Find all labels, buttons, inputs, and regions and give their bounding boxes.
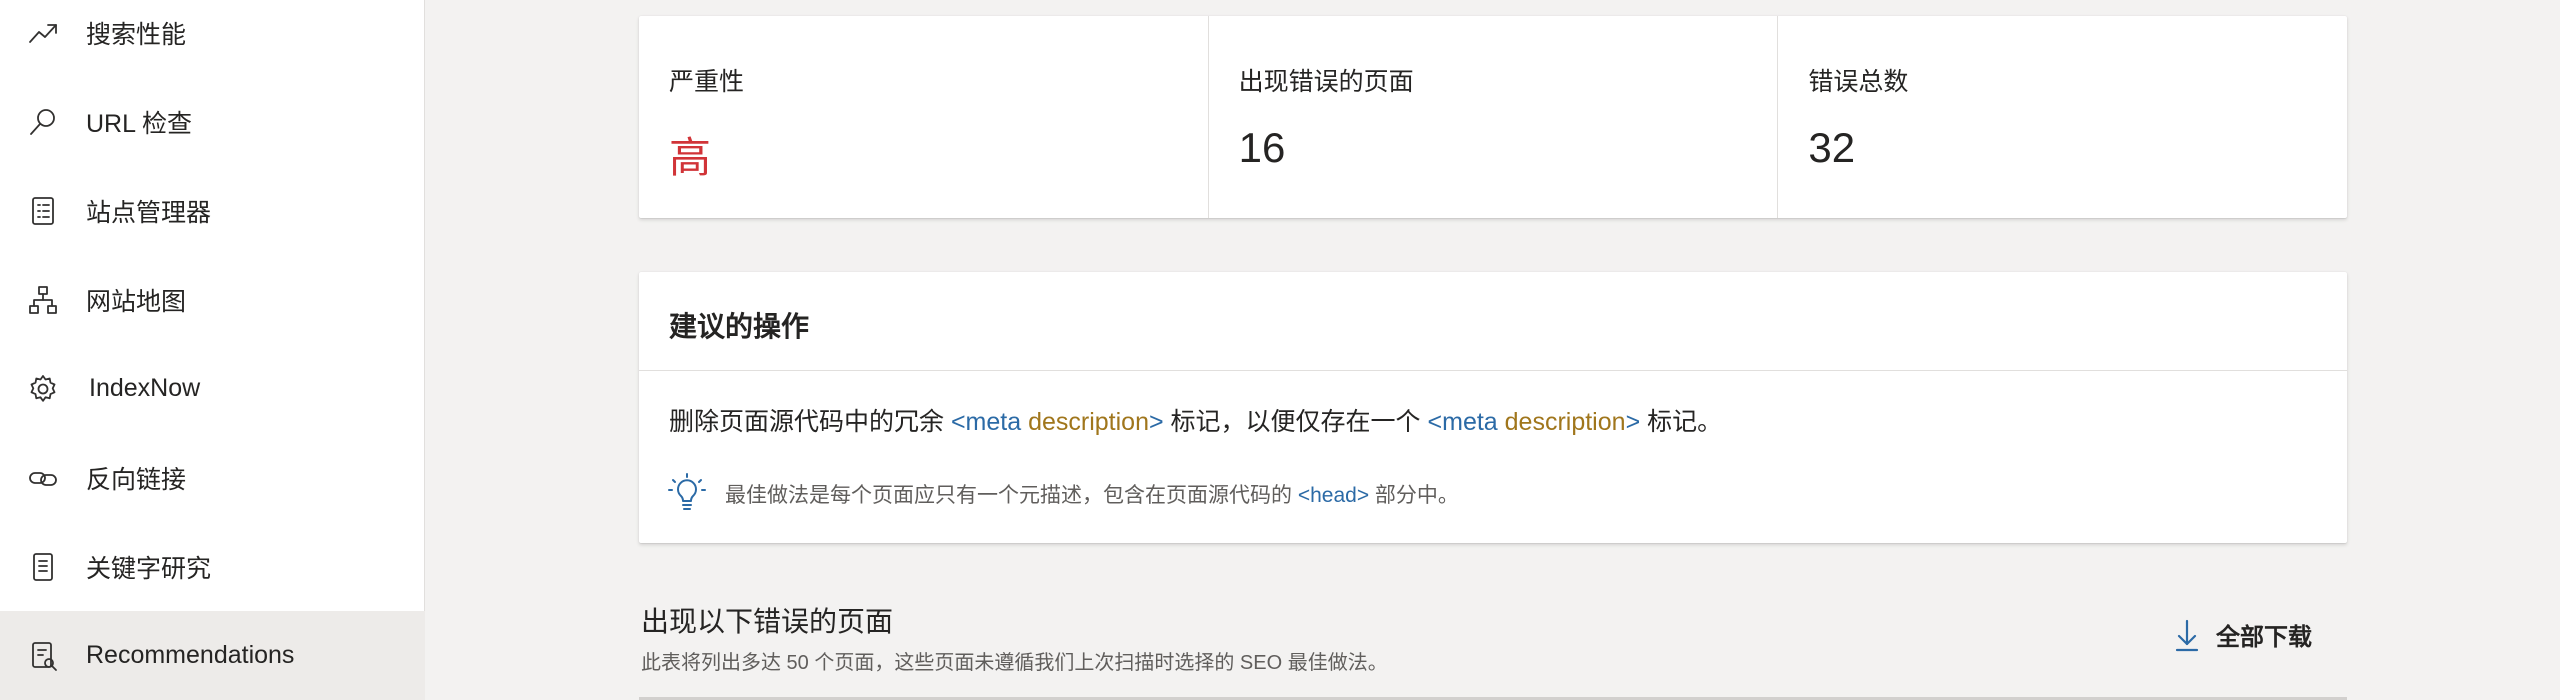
sidebar-item-label: IndexNow — [89, 374, 201, 402]
sidebar-item-label: 网站地图 — [86, 287, 187, 316]
stats-card: 严重性 高 出现错误的页面 16 错误总数 32 — [639, 16, 2347, 218]
document-list-icon — [26, 550, 60, 584]
sidebar-item-search-performance[interactable]: 搜索性能 — [0, 0, 425, 77]
recommendations-icon — [26, 639, 60, 673]
pages-section-subtitle: 此表将列出多达 50 个页面，这些页面未遵循我们上次扫描时选择的 SEO 最佳做… — [641, 652, 1388, 674]
sidebar: 搜索性能 URL 检查 站点管理器 网站地图 IndexNow 反向链接 关键字… — [0, 0, 425, 700]
total-errors-value: 32 — [1808, 124, 1856, 171]
head-tag: <head> — [1297, 484, 1370, 507]
stat-severity: 严重性 高 — [639, 16, 1208, 218]
lightbulb-icon — [667, 472, 707, 512]
checklist-icon — [26, 194, 60, 228]
action-text-suffix: 标记。 — [1640, 408, 1723, 436]
sidebar-item-label: 站点管理器 — [86, 198, 212, 227]
sidebar-item-label: Recommendations — [86, 641, 295, 669]
recommended-actions-card: 建议的操作 删除页面源代码中的冗余 <meta description> 标记，… — [639, 272, 2347, 543]
meta-tag-open: <meta — [1427, 408, 1498, 436]
tip-suffix: 部分中。 — [1369, 484, 1459, 507]
sidebar-item-label: URL 检查 — [86, 109, 193, 138]
sidebar-item-sitemaps[interactable]: 网站地图 — [0, 255, 425, 344]
search-icon — [26, 105, 60, 139]
action-text-prefix: 删除页面源代码中的冗余 — [669, 408, 951, 436]
sidebar-item-label: 搜索性能 — [86, 20, 187, 49]
stat-label: 严重性 — [669, 68, 745, 96]
download-icon — [2175, 619, 2199, 651]
sitemap-icon — [26, 283, 60, 317]
action-text-middle: 标记，以便仅存在一个 — [1163, 408, 1428, 436]
gear-icon — [26, 372, 60, 406]
meta-tag-close: > — [1149, 408, 1164, 436]
sidebar-item-indexnow[interactable]: IndexNow — [0, 344, 425, 433]
sidebar-item-keyword-research[interactable]: 关键字研究 — [0, 522, 425, 611]
recommended-actions-title: 建议的操作 — [669, 311, 810, 342]
sidebar-item-label: 反向链接 — [86, 465, 187, 494]
download-all-label: 全部下载 — [2216, 624, 2312, 651]
stat-total-errors: 错误总数 32 — [1777, 16, 2347, 218]
meta-tag-close: > — [1625, 408, 1641, 436]
stat-pages-with-errors: 出现错误的页面 16 — [1207, 16, 1778, 218]
stat-label: 错误总数 — [1808, 68, 1909, 96]
trend-line-icon — [26, 16, 60, 50]
sidebar-item-recommendations[interactable]: Recommendations — [0, 611, 425, 700]
stat-label: 出现错误的页面 — [1238, 68, 1414, 96]
divider — [639, 370, 2347, 371]
meta-attr: description — [1497, 408, 1626, 436]
tip-prefix: 最佳做法是每个页面应只有一个元描述，包含在页面源代码的 — [725, 484, 1298, 507]
sidebar-item-backlinks[interactable]: 反向链接 — [0, 433, 425, 522]
severity-value: 高 — [669, 134, 712, 181]
recommended-action-text: 删除页面源代码中的冗余 <meta description> 标记，以便仅存在一… — [669, 402, 1722, 438]
sidebar-item-label: 关键字研究 — [86, 554, 212, 583]
pages-with-errors-value: 16 — [1238, 124, 1286, 171]
best-practice-tip: 最佳做法是每个页面应只有一个元描述，包含在页面源代码的 <head> 部分中。 — [725, 479, 1459, 509]
download-all-button[interactable]: 全部下载 — [2172, 617, 2312, 652]
meta-attr: description — [1021, 408, 1149, 436]
pages-section-title: 出现以下错误的页面 — [641, 606, 894, 637]
sidebar-item-site-explorer[interactable]: 站点管理器 — [0, 166, 425, 255]
sidebar-item-url-inspection[interactable]: URL 检查 — [0, 77, 425, 166]
meta-tag-open: <meta — [950, 408, 1022, 436]
link-icon — [26, 461, 60, 495]
